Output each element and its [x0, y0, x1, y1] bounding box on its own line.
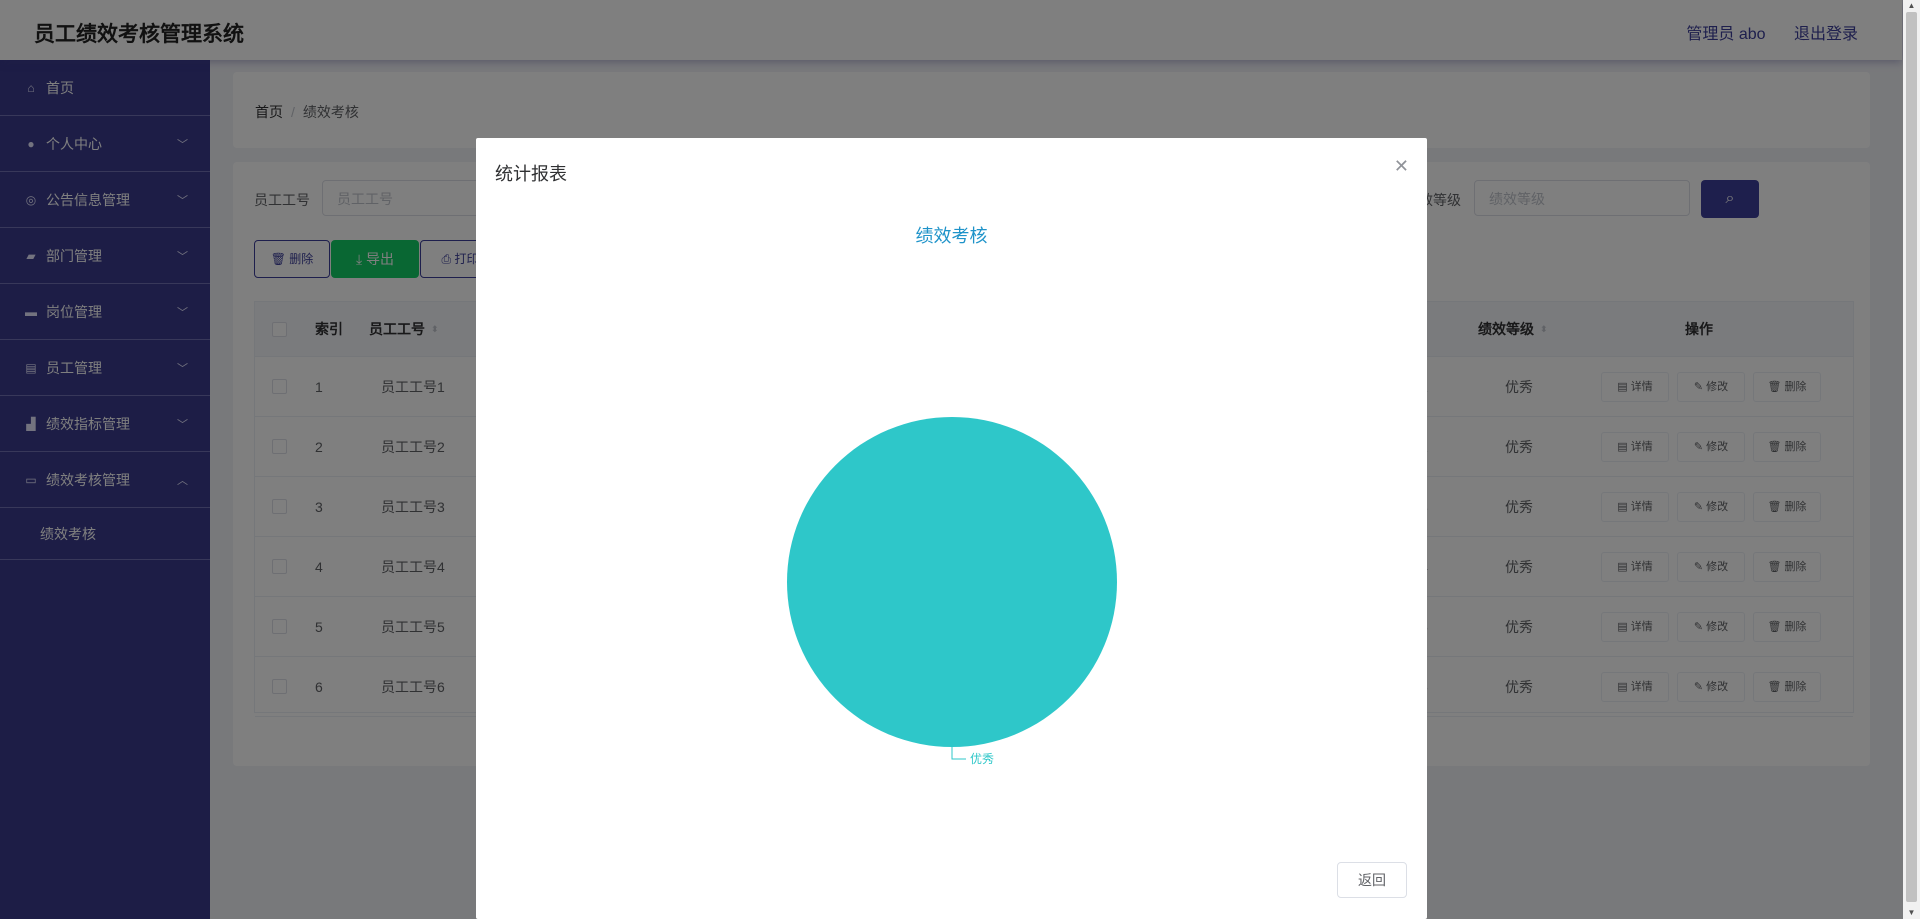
- pie-label-line-0: [951, 747, 966, 760]
- pie-label-0: 优秀: [970, 752, 994, 766]
- scroll-down-arrow-icon[interactable]: ▼: [1903, 907, 1920, 919]
- stats-report-dialog: 统计报表 ✕ 绩效考核 优秀 返回: [476, 138, 1427, 919]
- pie-slice-0[interactable]: [787, 417, 1117, 747]
- page-scrollbar[interactable]: ▲ ▼: [1903, 0, 1920, 919]
- back-button[interactable]: 返回: [1337, 862, 1407, 898]
- scroll-up-arrow-icon[interactable]: ▲: [1903, 0, 1920, 12]
- scrollbar-thumb[interactable]: [1906, 12, 1917, 902]
- pie-chart: 优秀: [787, 417, 1117, 766]
